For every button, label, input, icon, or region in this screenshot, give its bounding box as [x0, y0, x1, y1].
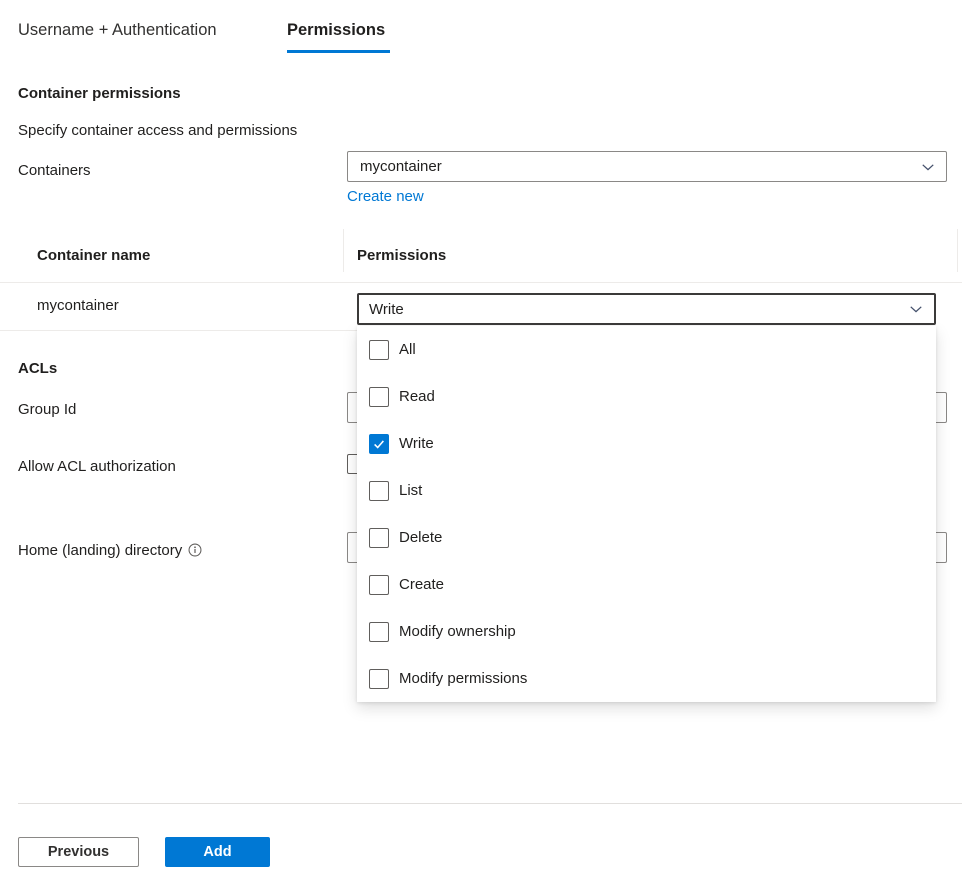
active-tab-underline [287, 50, 390, 53]
permissions-option[interactable]: Read [357, 373, 936, 420]
checkbox[interactable] [369, 340, 389, 360]
permissions-option[interactable]: Create [357, 561, 936, 608]
info-icon [188, 543, 202, 561]
permissions-dropdown-list: All Read Write List Delete [357, 326, 936, 702]
tab-permissions[interactable]: Permissions [287, 21, 385, 40]
permissions-select[interactable]: Write [357, 293, 936, 325]
permissions-option[interactable]: All [357, 326, 936, 373]
permissions-option[interactable]: Modify ownership [357, 608, 936, 655]
column-header-permissions: Permissions [357, 247, 446, 264]
permissions-option-label: Create [399, 576, 444, 593]
create-new-link[interactable]: Create new [347, 188, 424, 205]
checkbox[interactable] [369, 528, 389, 548]
checkbox[interactable] [369, 622, 389, 642]
permissions-option-label: Modify ownership [399, 623, 516, 640]
permissions-option-label: All [399, 341, 416, 358]
add-button[interactable]: Add [165, 837, 270, 867]
group-id-label: Group Id [18, 401, 76, 418]
table-header-border [0, 282, 962, 283]
chevron-down-icon [921, 160, 935, 174]
permissions-option[interactable]: List [357, 467, 936, 514]
allow-acl-authorization-label: Allow ACL authorization [18, 458, 176, 475]
container-permissions-heading: Container permissions [18, 85, 181, 102]
column-header-container-name: Container name [37, 247, 150, 264]
containers-select-value: mycontainer [360, 158, 442, 175]
table-row-border [0, 330, 357, 331]
permissions-option[interactable]: Modify permissions [357, 655, 936, 702]
permissions-select-value: Write [369, 301, 404, 318]
checkbox[interactable] [369, 434, 389, 454]
container-name-cell: mycontainer [37, 297, 119, 314]
column-divider [957, 229, 958, 272]
permissions-option-label: Delete [399, 529, 442, 546]
checkbox[interactable] [369, 669, 389, 689]
container-permissions-subheading: Specify container access and permissions [18, 122, 297, 139]
permissions-blade: Username + Authentication Permissions Co… [0, 0, 962, 885]
permissions-option-label: List [399, 482, 422, 499]
checkmark-icon [372, 437, 386, 451]
permissions-option-label: Write [399, 435, 434, 452]
checkbox[interactable] [369, 575, 389, 595]
containers-select[interactable]: mycontainer [347, 151, 947, 182]
checkbox[interactable] [369, 387, 389, 407]
permissions-option[interactable]: Write [357, 420, 936, 467]
previous-button[interactable]: Previous [18, 837, 139, 867]
chevron-down-icon [909, 302, 923, 316]
permissions-option-label: Modify permissions [399, 670, 527, 687]
column-divider [343, 229, 344, 272]
containers-label: Containers [18, 162, 91, 179]
permissions-option-label: Read [399, 388, 435, 405]
footer-divider [18, 803, 962, 804]
acls-heading: ACLs [18, 360, 57, 377]
tab-username-authentication[interactable]: Username + Authentication [18, 21, 217, 40]
checkbox[interactable] [369, 481, 389, 501]
home-directory-label: Home (landing) directory [18, 542, 202, 561]
permissions-option[interactable]: Delete [357, 514, 936, 561]
